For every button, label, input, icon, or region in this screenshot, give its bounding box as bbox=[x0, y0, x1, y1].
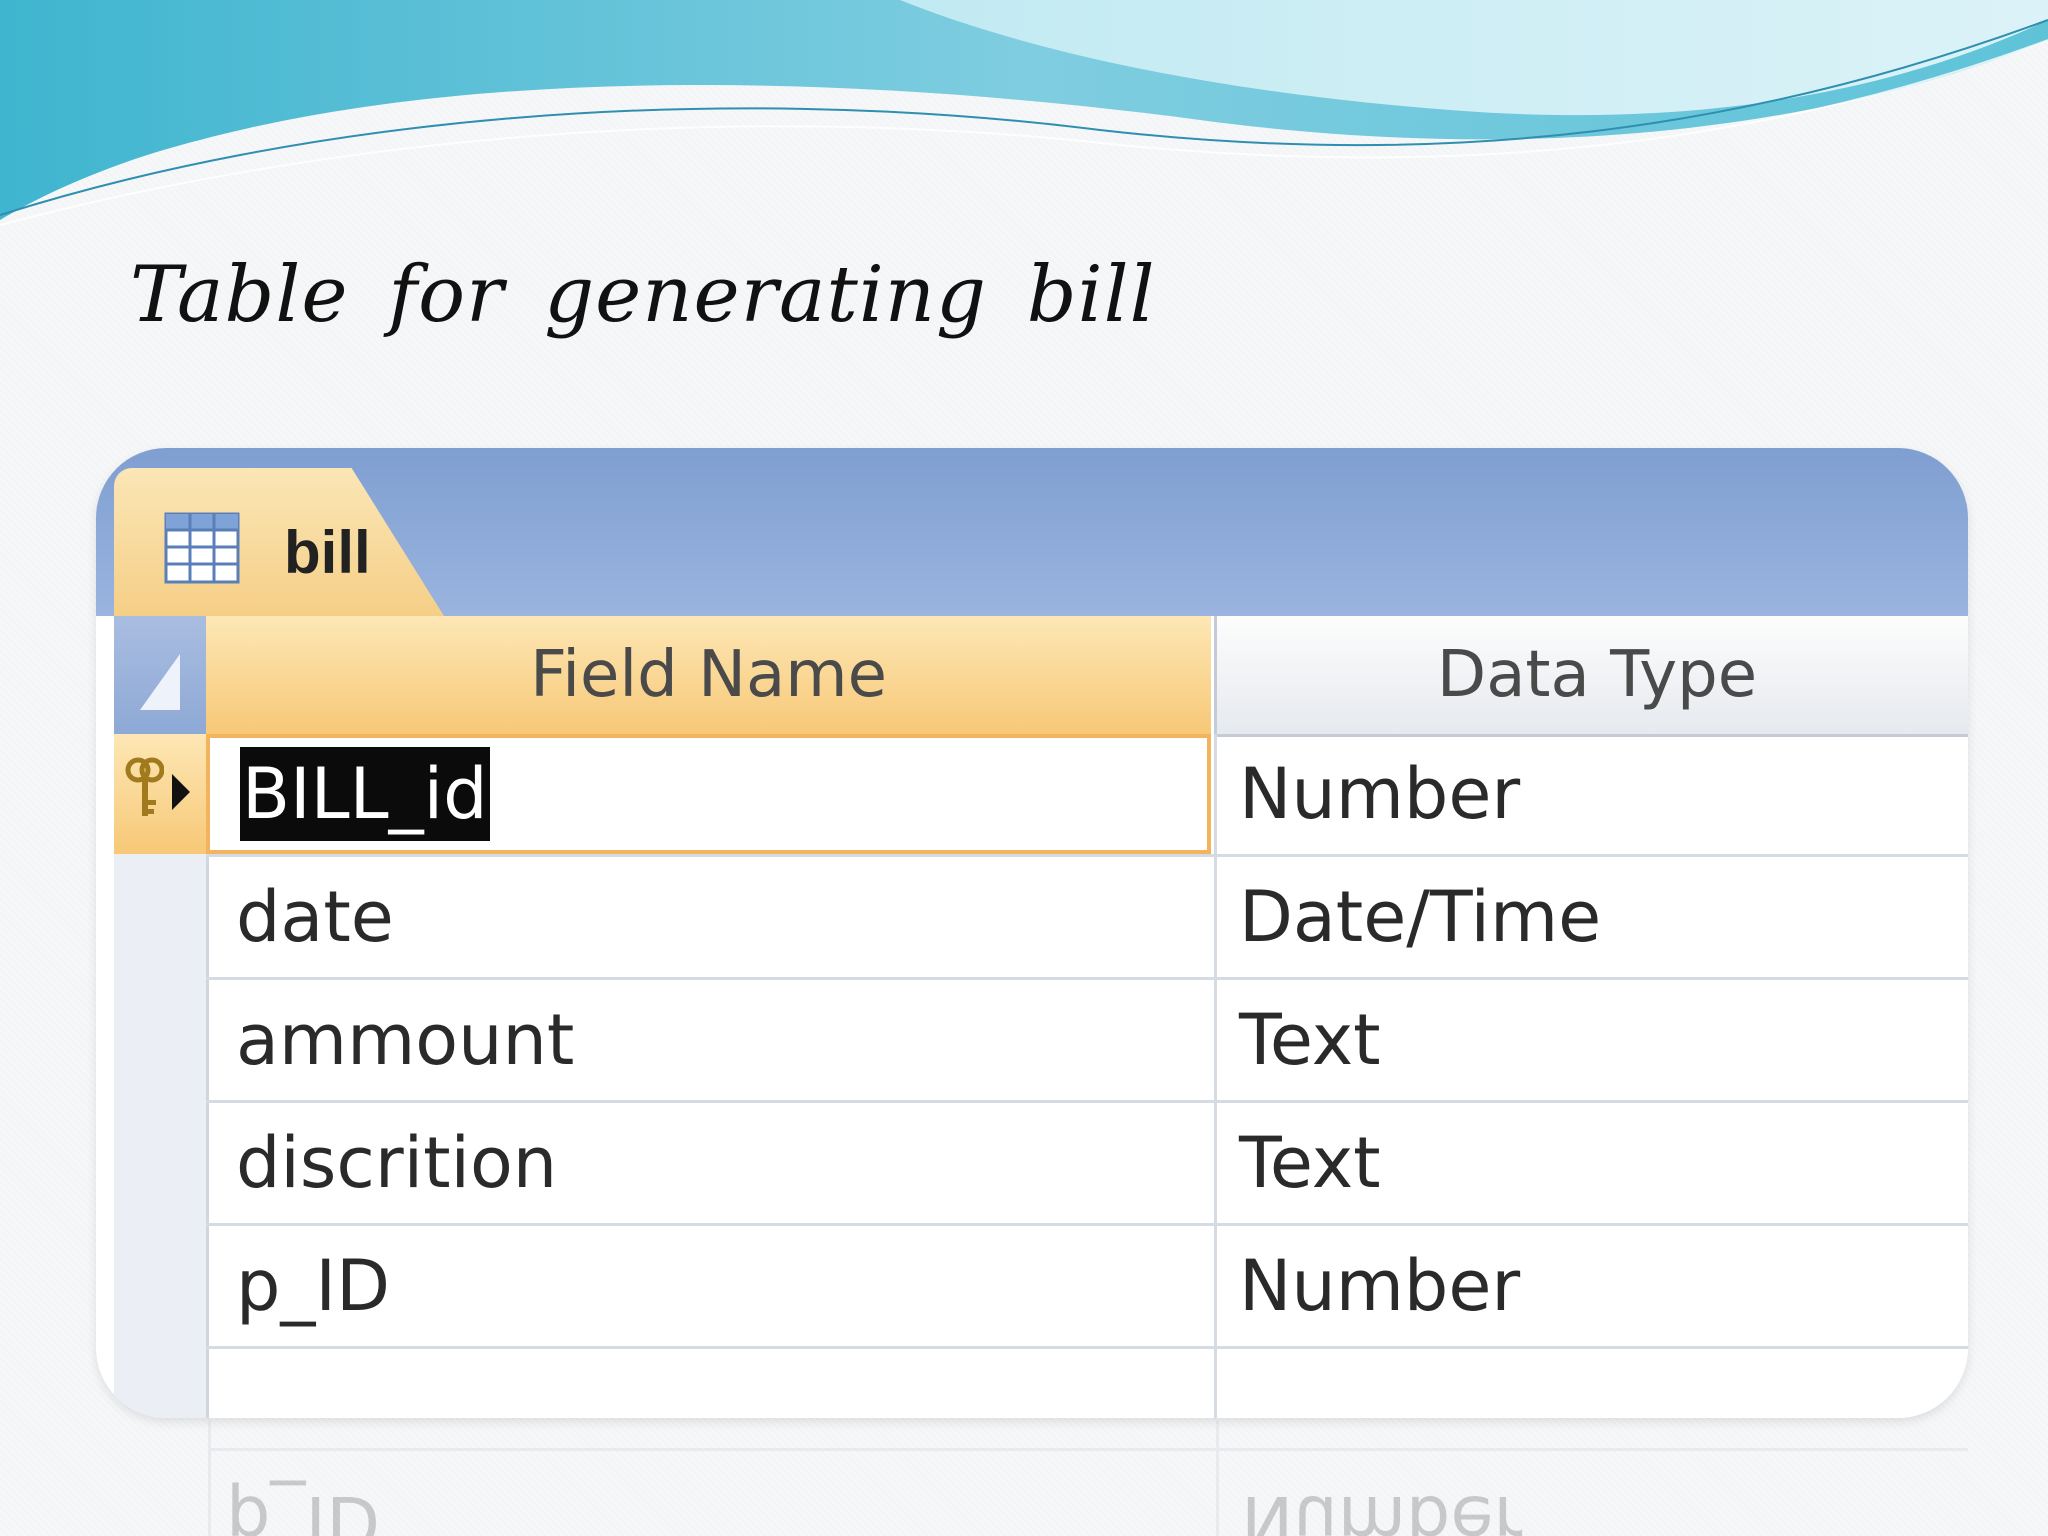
slide: Table for generating bill bill Field Nam… bbox=[0, 0, 2048, 1536]
field-name-cell[interactable] bbox=[206, 1349, 1211, 1418]
data-type-cell[interactable]: Text bbox=[1214, 980, 1968, 1100]
field-name-cell[interactable]: discrition bbox=[206, 1103, 1211, 1223]
column-header-label: Field Name bbox=[530, 638, 887, 712]
field-name-cell[interactable]: date bbox=[206, 857, 1211, 977]
table-row[interactable]: ammount Text bbox=[206, 980, 1968, 1103]
header-wave-decoration bbox=[0, 0, 2048, 226]
row-selector-active[interactable] bbox=[114, 734, 206, 854]
column-header-field-name[interactable]: Field Name bbox=[206, 616, 1211, 738]
current-row-arrow-icon bbox=[172, 774, 190, 810]
reflection-text: Number bbox=[1241, 1480, 1523, 1536]
data-type-cell[interactable] bbox=[1214, 1349, 1968, 1418]
table-row[interactable]: BILL_id Number bbox=[206, 734, 1968, 857]
reflection-divider bbox=[208, 1448, 1968, 1451]
reflection-text: p_ID bbox=[226, 1480, 380, 1536]
key-icon bbox=[125, 757, 164, 816]
data-type-cell[interactable]: Number bbox=[1214, 734, 1968, 854]
table-row[interactable]: discrition Text bbox=[206, 1103, 1968, 1226]
reflection-divider bbox=[208, 1420, 211, 1536]
select-all-corner[interactable] bbox=[114, 616, 206, 734]
data-type-cell[interactable]: Date/Time bbox=[1214, 857, 1968, 977]
table-row[interactable]: p_ID Number bbox=[206, 1226, 1968, 1349]
tab-label: bill bbox=[284, 519, 371, 586]
document-tab-strip: bill bbox=[96, 448, 1968, 616]
field-name-cell[interactable]: ammount bbox=[206, 980, 1211, 1100]
field-grid: Field Name Data Type BILL_id Number date… bbox=[114, 616, 1968, 1418]
data-type-cell[interactable]: Text bbox=[1214, 1103, 1968, 1223]
table-row[interactable]: date Date/Time bbox=[206, 857, 1968, 980]
select-all-icon bbox=[140, 654, 180, 710]
panel-reflection: p_ID Number bbox=[96, 1420, 1968, 1536]
field-name-cell[interactable]: p_ID bbox=[206, 1226, 1211, 1346]
reflection-divider bbox=[1216, 1420, 1219, 1536]
document-tab-bill[interactable]: bill bbox=[114, 468, 444, 616]
field-name-cell[interactable]: BILL_id bbox=[206, 734, 1211, 854]
slide-title: Table for generating bill bbox=[130, 250, 1156, 340]
table-row-empty[interactable] bbox=[206, 1349, 1968, 1418]
access-table-design-view: bill Field Name Data Type BILL_id Number… bbox=[96, 448, 1968, 1418]
table-grid-icon bbox=[164, 512, 240, 584]
data-type-cell[interactable]: Number bbox=[1214, 1226, 1968, 1346]
field-name-text: BILL_id bbox=[240, 747, 490, 841]
column-header-label: Data Type bbox=[1436, 638, 1758, 712]
column-header-data-type[interactable]: Data Type bbox=[1214, 616, 1968, 737]
